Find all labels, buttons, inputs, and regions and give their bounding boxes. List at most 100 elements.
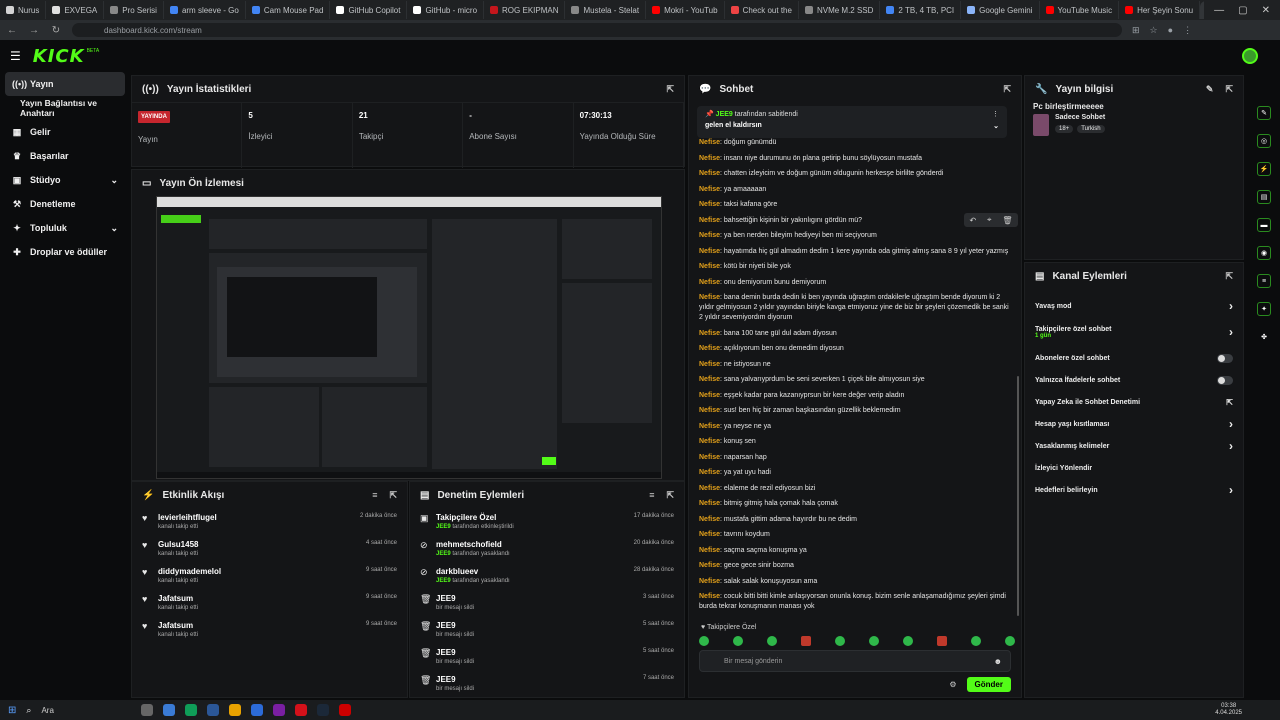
external-link-icon[interactable]: ⇱ [1226, 398, 1233, 407]
chevron-right-icon[interactable]: › [1229, 483, 1233, 497]
chat-input[interactable]: Bir mesaj gönderin ☻ [699, 650, 1011, 672]
chat-username[interactable]: Nefise [699, 248, 720, 255]
chevron-right-icon[interactable]: › [1229, 417, 1233, 431]
chevron-right-icon[interactable]: › [1229, 299, 1233, 313]
chat-message[interactable]: Nefise: açıklıyorum ben onu demedim diyo… [699, 344, 1009, 354]
popout-icon[interactable]: ⇱ [666, 490, 674, 501]
channel-action-row[interactable]: Yavaş mod › [1025, 295, 1243, 317]
chat-message[interactable]: Nefise: ya neyse ne ya [699, 422, 1009, 432]
chat-username[interactable]: Nefise [699, 263, 720, 270]
stream-preview-video[interactable] [156, 196, 662, 479]
menu-dots-icon[interactable]: ⋮ [1183, 25, 1192, 36]
sidebar-item[interactable]: ▣ Stüdyo ⌄ [0, 168, 130, 192]
browser-tab[interactable]: Google Gemini [961, 1, 1040, 19]
app-icon[interactable] [273, 704, 286, 716]
popout-icon[interactable]: ⇱ [1003, 84, 1011, 95]
chat-message[interactable]: Nefise: naparsan hap [699, 453, 1009, 463]
mod-target[interactable]: darkblueev [436, 567, 510, 576]
back-icon[interactable]: ← [6, 25, 18, 36]
wrench-icon[interactable]: ✦ [1257, 302, 1271, 316]
chat-message[interactable]: Nefise: bitmiş gitmiş hala çomak hala ço… [699, 499, 1009, 509]
channel-action-row[interactable]: Takipçilere özel sohbet 1 gün › [1025, 317, 1243, 347]
browser-tab[interactable]: GitHub - micro [407, 1, 485, 19]
chat-username[interactable]: Nefise [699, 217, 720, 224]
popout-icon[interactable]: ⇱ [389, 490, 397, 501]
mod-target[interactable]: Takipçilere Özel [436, 513, 514, 522]
maximize-icon[interactable]: ▢ [1238, 5, 1247, 16]
avatar[interactable] [1242, 48, 1258, 64]
chevron-down-icon[interactable]: ⌄ [110, 223, 118, 234]
browser-tab[interactable]: 2 TB, 4 TB, PCI [880, 1, 962, 19]
emote-icon[interactable] [1005, 636, 1015, 646]
app-icon[interactable] [207, 704, 220, 716]
browser-tab[interactable]: Cam Mouse Pad [246, 1, 331, 19]
chat-message[interactable]: Nefise: bana demin burda dedin ki ben ya… [699, 293, 1009, 323]
browser-tab[interactable]: EXVEGA [46, 1, 105, 19]
chat-message[interactable]: Nefise: mustafa gittim adama hayırdır bu… [699, 515, 1009, 525]
server-icon[interactable]: ≡ [1257, 274, 1271, 288]
chat-message[interactable]: Nefise: cocuk bitti bitti kimle anlaşıyo… [699, 592, 1009, 612]
chat-message[interactable]: Nefise: ya amaaaaan [699, 185, 1009, 195]
app-icon[interactable] [163, 704, 176, 716]
broadcast-icon[interactable]: ◉ [1257, 246, 1271, 260]
target-icon[interactable]: ◎ [1257, 134, 1271, 148]
mod-target[interactable]: mehmetschofield [436, 540, 510, 549]
search-icon[interactable]: ⌕ [26, 705, 31, 716]
browser-tab[interactable]: Pro Serisi [104, 1, 164, 19]
popout-icon[interactable]: ⇱ [1225, 271, 1233, 282]
chat-username[interactable]: Nefise [699, 294, 720, 301]
chat-message[interactable]: Nefise: ya yat uyu hadi [699, 468, 1009, 478]
chat-username[interactable]: Nefise [699, 392, 720, 399]
browser-tab[interactable]: Mokri - YouTub [646, 1, 725, 19]
mod-target[interactable]: JEE9 [436, 675, 474, 684]
chat-message[interactable]: Nefise: chatten izleyicim ve doğum günüm… [699, 169, 1009, 179]
toggle-switch[interactable] [1217, 353, 1233, 363]
chat-message[interactable]: Nefise: eşşek kadar para kazanıyprsun bi… [699, 391, 1009, 401]
app-icon[interactable] [141, 704, 154, 716]
profile-icon[interactable]: ● [1168, 25, 1173, 35]
steam-icon[interactable] [317, 704, 330, 716]
pin-icon[interactable]: ⌖ [987, 215, 992, 225]
channel-action-row[interactable]: Yapay Zeka ile Sohbet Denetimi ⇱ [1025, 391, 1243, 413]
mod-target[interactable]: JEE9 [436, 621, 474, 630]
browser-tab[interactable]: GitHub Copilot [330, 1, 408, 19]
browser-tab[interactable]: Nurus [0, 1, 47, 19]
emote-icon[interactable] [869, 636, 879, 646]
chat-message[interactable]: Nefise: tavrını koydum [699, 530, 1009, 540]
chat-username[interactable]: Nefise [699, 170, 720, 177]
filter-icon[interactable]: ≡ [372, 490, 377, 501]
browser-tab[interactable]: arm sleeve - Go [164, 1, 246, 19]
chat-username[interactable]: Nefise [699, 139, 720, 146]
chat-username[interactable]: Nefise [699, 438, 720, 445]
pencil-icon[interactable]: ✎ [1257, 106, 1271, 120]
chat-message[interactable]: Nefise: ya ben nerden bileyim hediyeyi b… [699, 231, 1009, 241]
sidebar-item[interactable]: Yayın Bağlantısı ve Anahtarı [0, 96, 130, 120]
chat-username[interactable]: Nefise [699, 531, 720, 538]
chat-message[interactable]: Nefise: insanı niye durumunu ön plana ge… [699, 154, 1009, 164]
chevron-right-icon[interactable]: › [1229, 439, 1233, 453]
chat-message[interactable]: Nefise: gece gece sinir bozma [699, 561, 1009, 571]
forward-icon[interactable]: → [28, 25, 40, 36]
extensions-icon[interactable]: ⊞ [1132, 25, 1140, 36]
chat-username[interactable]: Nefise [699, 485, 720, 492]
chat-message[interactable]: Nefise: hayatımda hiç gül almadım dedim … [699, 247, 1009, 257]
kick-logo[interactable]: KICK [33, 46, 85, 67]
chevron-down-icon[interactable]: ⌄ [110, 175, 118, 186]
close-icon[interactable]: ✕ [1262, 5, 1270, 16]
chat-message[interactable]: Nefise: sana yalvarıyprdum be seni sever… [699, 375, 1009, 385]
chat-message[interactable]: Nefise: konuş sen [699, 437, 1009, 447]
browser-tab[interactable]: NVMe M.2 SSD [799, 1, 881, 19]
follower-name[interactable]: levierleihtflugel [158, 513, 217, 522]
chat-username[interactable]: Nefise [699, 516, 720, 523]
app-icon[interactable] [339, 704, 352, 716]
browser-tab[interactable]: ROG EKIPMAN [484, 1, 566, 19]
chat-message[interactable]: Nefise: salak salak konuşuyosun ama [699, 577, 1009, 587]
chat-message[interactable]: Nefise: onu demiyorum bunu demiyorum [699, 278, 1009, 288]
chat-username[interactable]: Nefise [699, 562, 720, 569]
chat-username[interactable]: Nefise [699, 547, 720, 554]
chat-message[interactable]: Nefise: kötü bir niyeti bile yok [699, 262, 1009, 272]
bookmark-icon[interactable]: ☆ [1150, 25, 1158, 36]
channel-action-row[interactable]: Yalnızca İfadelerle sohbet [1025, 369, 1243, 391]
chat-username[interactable]: Nefise [699, 376, 720, 383]
browser-tab[interactable]: Her Şeyin Sonu [1119, 1, 1201, 19]
